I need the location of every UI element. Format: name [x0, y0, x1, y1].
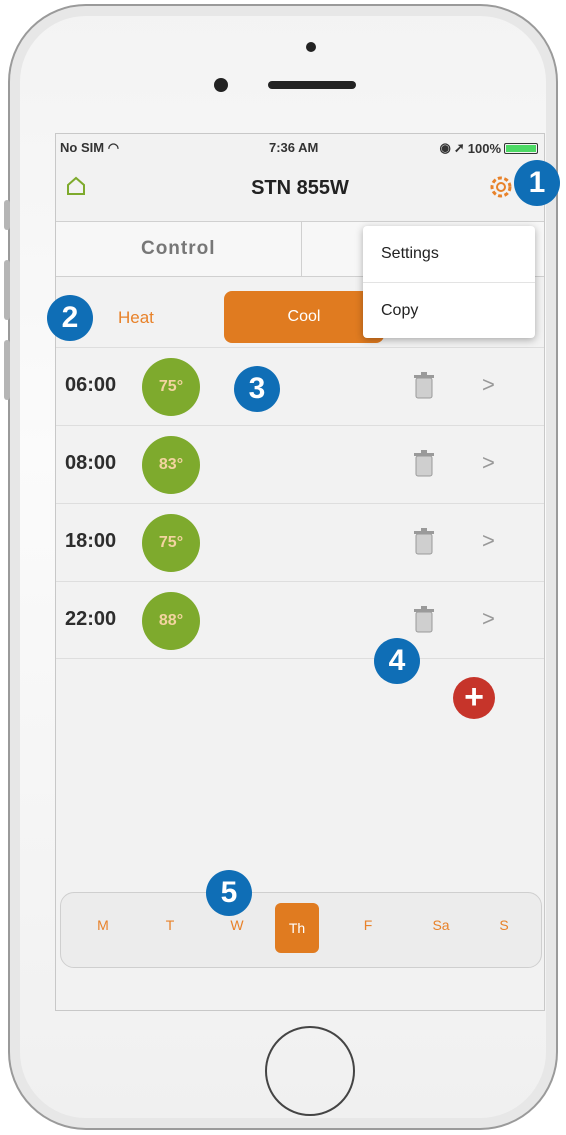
callout-badge-4: 4 — [374, 638, 420, 684]
menu-item-copy[interactable]: Copy — [363, 282, 535, 338]
day-wednesday[interactable]: W — [217, 917, 257, 933]
settings-menu: Settings Copy — [363, 226, 535, 338]
schedule-time: 06:00 — [65, 374, 117, 396]
schedule-row[interactable]: 22:00 88° > — [56, 581, 544, 659]
schedule-row[interactable]: 06:00 75° > — [56, 347, 544, 425]
volume-up-button — [4, 260, 10, 320]
day-monday[interactable]: M — [83, 917, 123, 933]
callout-badge-2: 2 — [47, 295, 93, 341]
lock-icon: ◉ — [439, 140, 451, 155]
clock: 7:36 AM — [269, 140, 319, 155]
day-selector: M T W Th F Sa S — [60, 892, 542, 968]
proximity-sensor — [214, 78, 228, 92]
status-bar: No SIM ◠ 7:36 AM ◉ ➚ 100% — [56, 134, 544, 160]
cool-mode-button[interactable]: Cool — [224, 291, 384, 343]
schedule-time: 22:00 — [65, 608, 117, 630]
tab-control[interactable]: Control — [56, 222, 301, 276]
schedule-row[interactable]: 18:00 75° > — [56, 503, 544, 581]
earpiece-speaker — [268, 81, 356, 89]
chevron-right-icon[interactable]: > — [482, 606, 495, 632]
schedule-time: 08:00 — [65, 452, 117, 474]
callout-badge-1: 1 — [514, 160, 560, 206]
day-friday[interactable]: F — [348, 917, 388, 933]
page-title: STN 855W — [251, 177, 349, 199]
schedule-row[interactable]: 08:00 83° > — [56, 425, 544, 503]
day-tuesday[interactable]: T — [150, 917, 190, 933]
location-icon: ➚ — [453, 140, 465, 155]
setpoint-bubble[interactable]: 75° — [142, 514, 200, 572]
home-button[interactable] — [265, 1026, 355, 1116]
trash-icon[interactable] — [413, 372, 435, 400]
status-right: ◉ ➚ 100% — [439, 140, 538, 156]
day-saturday[interactable]: Sa — [421, 917, 461, 933]
schedule-time: 18:00 — [65, 530, 117, 552]
chevron-right-icon[interactable]: > — [482, 372, 495, 398]
schedule-list: 06:00 75° > 08:00 83° > 18:00 75° > 22:0… — [56, 347, 544, 659]
chevron-right-icon[interactable]: > — [482, 450, 495, 476]
day-sunday[interactable]: S — [484, 917, 524, 933]
callout-badge-3: 3 — [234, 366, 280, 412]
chevron-right-icon[interactable]: > — [482, 528, 495, 554]
trash-icon[interactable] — [413, 528, 435, 556]
menu-item-settings[interactable]: Settings — [363, 226, 535, 282]
setpoint-bubble[interactable]: 75° — [142, 358, 200, 416]
setpoint-bubble[interactable]: 88° — [142, 592, 200, 650]
setpoint-bubble[interactable]: 83° — [142, 436, 200, 494]
callout-badge-5: 5 — [206, 870, 252, 916]
wifi-icon: ◠ — [107, 140, 120, 155]
battery-icon — [504, 142, 538, 154]
day-thursday[interactable]: Th — [275, 903, 319, 953]
trash-icon[interactable] — [413, 450, 435, 478]
front-camera — [306, 42, 316, 52]
carrier-label: No SIM ◠ — [60, 140, 120, 155]
nav-bar: STN 855W — [56, 162, 544, 214]
add-setpoint-button[interactable]: + — [453, 677, 495, 719]
heat-mode-button[interactable]: Heat — [118, 308, 154, 328]
gear-icon[interactable] — [486, 172, 516, 202]
battery-percent: 100% — [467, 140, 501, 156]
volume-down-button — [4, 340, 10, 400]
mute-switch — [4, 200, 10, 230]
trash-icon[interactable] — [413, 606, 435, 634]
